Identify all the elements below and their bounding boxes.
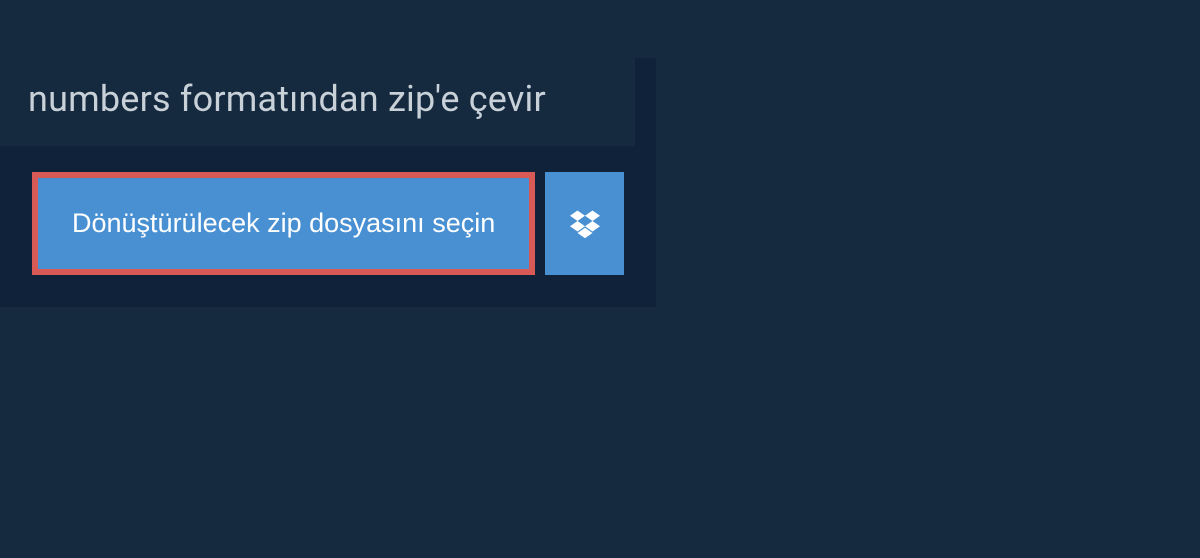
file-select-button[interactable]: Dönüştürülecek zip dosyasını seçin (38, 178, 529, 269)
dropbox-icon (570, 210, 600, 238)
title-bar: numbers formatından zip'e çevir (0, 58, 635, 146)
converter-panel: numbers formatından zip'e çevir Dönüştür… (0, 58, 656, 307)
button-row: Dönüştürülecek zip dosyasını seçin (0, 146, 656, 275)
file-select-highlight: Dönüştürülecek zip dosyasını seçin (32, 172, 535, 275)
dropbox-button[interactable] (545, 172, 624, 275)
page-title: numbers formatından zip'e çevir (28, 78, 607, 120)
